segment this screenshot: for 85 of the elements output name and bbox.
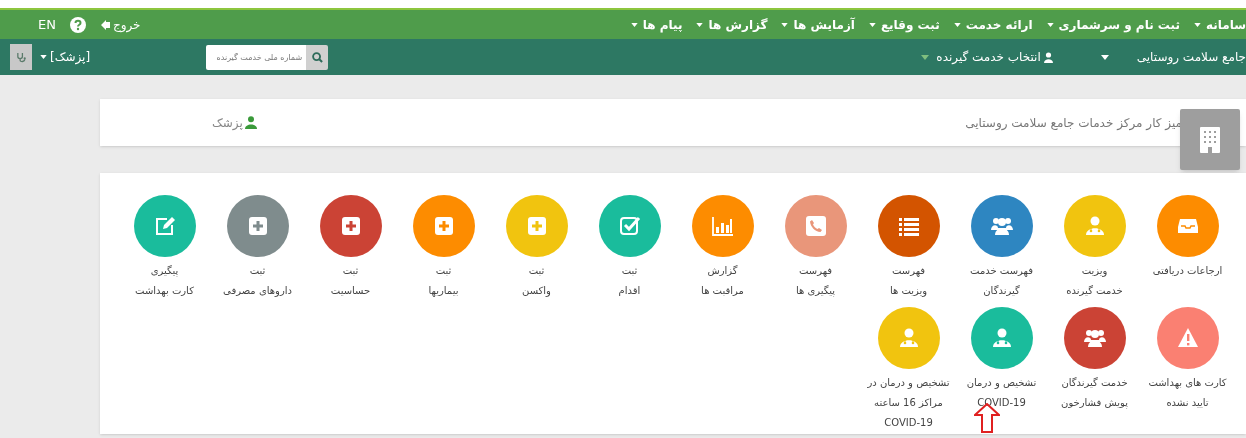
center-select[interactable]: جامع سلامت روستایی	[1136, 48, 1246, 66]
users-icon	[1083, 327, 1106, 349]
role-label: پزشک	[212, 113, 257, 132]
tile-label: کارت بهداشت	[135, 284, 194, 299]
tile-label: گیرندگان	[983, 284, 1020, 298]
tile-label: کارت های بهداشت	[1148, 376, 1227, 391]
shortcut-tile[interactable]: فهرست خدمت گیرندگان	[955, 195, 1048, 301]
shortcut-tile[interactable]: ثبت بیماریها	[397, 195, 490, 301]
tile-label: فهرست خدمت	[970, 264, 1033, 279]
tile-label: خدمت گیرندگان	[1061, 376, 1128, 390]
logout-icon	[99, 19, 111, 30]
list-icon	[897, 215, 920, 237]
shortcut-tile[interactable]: ثبت اقدام	[583, 195, 676, 301]
shortcut-tile[interactable]: پیگیری کارت بهداشت	[118, 195, 211, 301]
building-icon	[1200, 126, 1220, 153]
tile-label: فهرست	[891, 264, 926, 279]
shortcut-tile[interactable]: ثبت واکسن	[490, 195, 583, 301]
tile-label: ویزیت ها	[889, 284, 928, 299]
bar-chart-icon	[711, 215, 734, 237]
search-icon	[311, 51, 323, 63]
tile-label: مراقبت ها	[701, 284, 744, 298]
tile-label: ویزیت	[1081, 264, 1108, 279]
tile-label: واکسن	[522, 284, 551, 299]
plus-icon	[525, 215, 548, 237]
tile-label: پیگیری	[150, 264, 179, 279]
role-select[interactable]: [پزشک]	[40, 48, 91, 66]
user-icon	[1043, 51, 1053, 63]
shortcut-tile[interactable]: گزارش مراقبت ها	[676, 195, 769, 301]
tile-label: خدمت گیرنده	[1066, 284, 1123, 298]
tile-label: فهرست	[798, 264, 833, 279]
tile-label: حساسیت	[330, 284, 371, 298]
shortcut-tile[interactable]: خدمت گیرندگان پویش فشارخون	[1048, 307, 1141, 433]
doctor-icon	[990, 327, 1013, 349]
plus-icon	[246, 215, 269, 237]
shortcut-tile[interactable]: ثبت حساسیت	[304, 195, 397, 301]
tile-label: ثبت	[249, 264, 266, 278]
caret-icon	[696, 22, 704, 27]
shortcut-tile[interactable]: ویزیت خدمت گیرنده	[1048, 195, 1141, 301]
tile-label: COVID-19	[977, 396, 1026, 410]
tile-label: تشخیص و درمان	[966, 376, 1037, 391]
tile-label: مراکز 16 ساعته	[874, 396, 943, 410]
tile-label: ثبت	[435, 264, 452, 278]
caret-icon[interactable]	[1100, 54, 1109, 60]
plus-icon	[339, 215, 362, 237]
tile-label: تشخیص و درمان در	[867, 376, 950, 391]
search-field[interactable]: شماره ملی خدمت گیرنده	[206, 44, 307, 70]
tile-label: ثبت	[621, 264, 638, 278]
tile-label: داروهای مصرفی	[223, 284, 292, 299]
caret-icon	[868, 22, 876, 27]
tile-label: بیماریها	[428, 284, 459, 299]
tile-label: ثبت	[528, 264, 545, 278]
doctor-icon	[897, 327, 920, 349]
tile-label: COVID-19	[884, 416, 933, 430]
caret-icon	[953, 22, 961, 27]
warning-icon	[1176, 327, 1199, 349]
caret-icon	[1193, 22, 1201, 27]
tile-label: ثبت	[342, 264, 359, 278]
tile-label: پیگیری ها	[795, 284, 836, 299]
shortcut-tile[interactable]: ارجاعات دریافتی	[1141, 195, 1234, 301]
stethoscope-icon	[15, 51, 27, 63]
shortcut-tile[interactable]: فهرست ویزیت ها	[862, 195, 955, 301]
caret-icon	[921, 54, 930, 60]
tile-label: گزارش	[707, 264, 738, 278]
caret-icon	[40, 55, 47, 59]
help-icon[interactable]	[69, 16, 86, 33]
shortcut-tile[interactable]: ثبت داروهای مصرفی	[211, 195, 304, 301]
caret-icon	[1046, 22, 1054, 27]
search-button[interactable]	[306, 44, 329, 70]
caret-icon	[630, 22, 638, 27]
doctor-icon	[244, 116, 257, 129]
edit-icon	[153, 215, 176, 237]
tile-label: پویش فشارخون	[1061, 396, 1128, 411]
tile-label: ارجاعات دریافتی	[1152, 264, 1223, 278]
doctor-icon	[1083, 215, 1106, 237]
shortcut-tile[interactable]: فهرست پیگیری ها	[769, 195, 862, 301]
tile-label: اقدام	[618, 284, 641, 298]
plus-icon	[432, 215, 455, 237]
client-select[interactable]: انتخاب خدمت گیرنده	[921, 48, 1053, 66]
users-icon	[990, 215, 1013, 237]
stethoscope-button[interactable]	[10, 44, 32, 70]
caret-icon	[781, 22, 789, 27]
checkbox-icon	[618, 215, 641, 237]
phone-icon	[804, 215, 827, 237]
shortcut-tile[interactable]: کارت های بهداشت تایید نشده	[1141, 307, 1234, 433]
tile-label: تایید نشده	[1166, 396, 1209, 410]
